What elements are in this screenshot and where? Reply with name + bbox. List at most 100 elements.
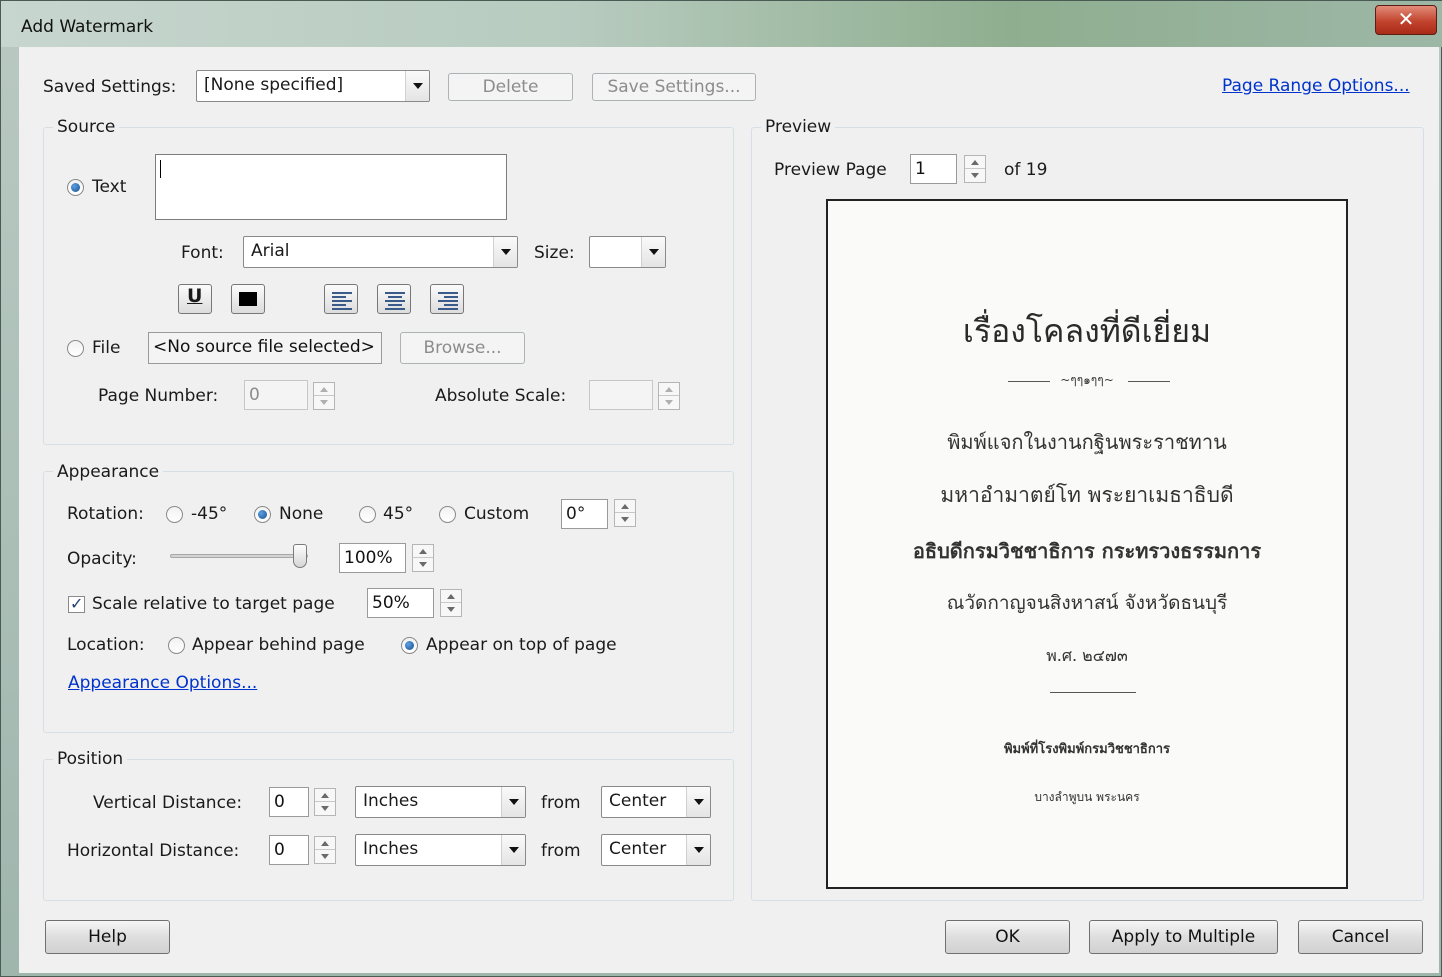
scale-input[interactable]: 50% [367,588,434,618]
preview-ornament: ~ๆๆ๑ๆๆ~ [1060,373,1114,387]
preview-line-4: ณวัดกาญจนสิงหาสน์ จังหวัดธนบุรี [946,592,1228,614]
preview-line-2: มหาอำมาตย์โท พระยาเมธาธิบดี [940,483,1234,507]
absolute-scale-input[interactable] [589,380,653,410]
saved-settings-dropdown[interactable]: [None specified] [196,70,430,102]
chevron-down-icon [686,835,710,865]
spin-up-icon [315,789,335,802]
preview-title-line: เรื่องโคลงที่ดีเยี่ยม [962,312,1212,350]
rotation-label: Rotation: [67,504,144,524]
rotation-radio-none[interactable] [254,506,271,523]
absolute-scale-spinner[interactable] [658,382,680,410]
chevron-down-icon [405,71,429,101]
chevron-down-icon [501,787,525,817]
preview-group-title: Preview [761,117,836,137]
horizontal-distance-input[interactable]: 0 [269,835,309,865]
horizontal-unit-dropdown[interactable]: Inches [355,834,526,866]
page-number-input[interactable]: 0 [244,380,308,410]
opacity-spinner[interactable] [412,544,434,572]
page-range-options-link[interactable]: Page Range Options... [1222,76,1410,96]
rotation-45-label: 45° [383,504,414,524]
vertical-unit-value: Inches [363,791,419,811]
preview-page-thumbnail: เรื่องโคลงที่ดีเยี่ยม ~ๆๆ๑ๆๆ~ พิมพ์แจกใน… [826,199,1348,889]
spin-up-icon [965,156,985,169]
window-title: Add Watermark [21,17,154,37]
text-radio-label: Text [92,177,127,197]
scale-relative-checkbox[interactable] [68,594,85,613]
font-label: Font: [181,243,224,263]
ok-button[interactable]: OK [945,920,1070,954]
file-radio-label: File [92,338,121,358]
watermark-text-input[interactable] [155,154,507,220]
dialog-body: Saved Settings: [None specified] Delete … [19,47,1439,973]
rotation-spinner[interactable] [614,499,636,527]
spin-down-icon [315,850,335,863]
horizontal-distance-spinner[interactable] [314,836,336,864]
page-number-label: Page Number: [98,386,219,406]
preview-line-3: อธิบดีกรมวิชชาธิการ กระทรวงธรรมการ [912,539,1262,563]
location-on-top-radio[interactable] [401,637,418,654]
preview-line-6: พิมพ์ที่โรงพิมพ์กรมวิชชาธิการ [1003,742,1171,757]
appearance-options-link[interactable]: Appearance Options... [68,673,257,693]
preview-page-label: Preview Page [774,160,887,180]
preview-page-input[interactable]: 1 [910,154,957,184]
delete-button[interactable]: Delete [448,73,573,101]
align-right-button[interactable] [430,284,464,314]
spin-up-icon [413,545,433,558]
text-color-button[interactable] [231,284,265,314]
close-button[interactable]: ✕ [1375,5,1437,35]
preview-page-spinner[interactable] [964,155,986,183]
horizontal-from-dropdown[interactable]: Center [601,834,711,866]
location-behind-radio[interactable] [168,637,185,654]
spin-up-icon [615,500,635,513]
rotation-radio-minus45[interactable] [166,506,183,523]
rotation-custom-input[interactable]: 0° [561,499,608,529]
align-left-button[interactable] [324,284,358,314]
source-group-title: Source [53,117,120,137]
add-watermark-dialog: Add Watermark ✕ Saved Settings: [None sp… [0,0,1442,977]
browse-button[interactable]: Browse... [400,332,525,364]
position-group-title: Position [53,749,128,769]
close-icon: ✕ [1397,7,1415,31]
rotation-radio-45[interactable] [359,506,376,523]
file-radio[interactable] [67,340,84,357]
vertical-distance-input[interactable]: 0 [269,787,309,817]
underline-icon: U [187,285,203,307]
size-dropdown[interactable] [589,236,666,268]
preview-page-count: of 19 [1004,160,1048,180]
page-number-spinner[interactable] [313,382,335,410]
opacity-slider-thumb[interactable] [293,544,307,568]
rotation-none-label: None [279,504,324,524]
text-radio[interactable] [67,179,84,196]
spin-down-icon [615,513,635,526]
cancel-button[interactable]: Cancel [1298,920,1423,954]
align-left-icon [332,292,352,310]
color-swatch-icon [239,292,257,306]
ornament-rule-right [1128,381,1170,382]
preview-divider [1050,692,1136,693]
spin-up-icon [314,383,334,396]
apply-to-multiple-button[interactable]: Apply to Multiple [1089,920,1278,954]
spin-down-icon [965,169,985,182]
chevron-down-icon [501,835,525,865]
position-group [43,759,734,901]
vertical-from-dropdown[interactable]: Center [601,786,711,818]
underline-button[interactable]: U [178,284,212,314]
help-button[interactable]: Help [45,920,170,954]
location-behind-label: Appear behind page [192,635,365,655]
opacity-slider-track[interactable] [170,554,308,558]
preview-line-7: บางลำพูบน พระนคร [1034,790,1140,804]
vertical-unit-dropdown[interactable]: Inches [355,786,526,818]
title-bar[interactable]: Add Watermark ✕ [1,1,1442,47]
rotation-radio-custom[interactable] [439,506,456,523]
spin-up-icon [659,383,679,396]
font-dropdown[interactable]: Arial [243,236,518,268]
horizontal-distance-label: Horizontal Distance: [67,841,240,861]
scale-spinner[interactable] [440,589,462,617]
save-settings-button[interactable]: Save Settings... [592,73,756,101]
font-value: Arial [251,241,290,261]
vertical-distance-spinner[interactable] [314,788,336,816]
opacity-input[interactable]: 100% [339,543,406,573]
saved-settings-value: [None specified] [204,75,344,95]
location-label: Location: [67,635,145,655]
align-center-button[interactable] [377,284,411,314]
